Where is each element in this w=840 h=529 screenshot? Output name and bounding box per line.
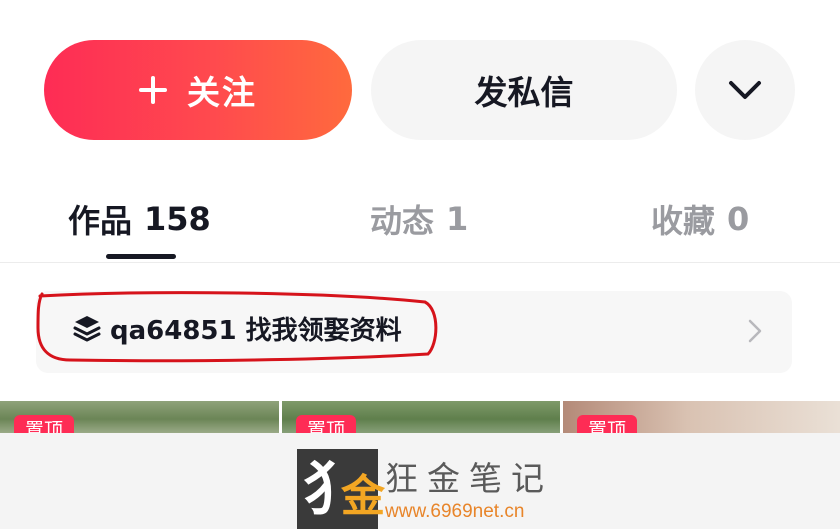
- follow-button[interactable]: 关注: [44, 40, 352, 140]
- tabs-divider: [0, 262, 840, 263]
- watermark-logo-accent: 金: [341, 471, 385, 522]
- send-message-label: 发私信: [474, 73, 574, 112]
- tab-dynamic-label: 动态: [370, 202, 435, 240]
- watermark-title: 狂金笔记: [385, 459, 553, 498]
- post-thumbnail[interactable]: 置顶: [563, 401, 840, 437]
- send-message-button[interactable]: 发私信: [371, 40, 677, 140]
- chevron-right-icon: [748, 319, 762, 343]
- tab-dynamic-count: 1: [446, 200, 469, 238]
- tab-dynamic[interactable]: 动态 1: [370, 196, 468, 242]
- more-button[interactable]: [695, 40, 795, 140]
- watermark-url: www.6969net.cn: [385, 501, 525, 522]
- tab-works-count: 158: [144, 200, 211, 238]
- post-thumbnail[interactable]: 置顶: [282, 401, 560, 437]
- tab-works[interactable]: 作品 158: [68, 196, 211, 242]
- annotation-circle: [36, 291, 438, 363]
- chevron-down-icon: [729, 81, 761, 99]
- tab-works-label: 作品: [68, 202, 133, 240]
- follow-label: 关注: [187, 73, 257, 112]
- post-thumbnail[interactable]: 置顶: [0, 401, 279, 437]
- tab-favorites-count: 0: [727, 200, 750, 238]
- tab-favorites-label: 收藏: [651, 202, 716, 240]
- plus-icon: [139, 76, 167, 104]
- tab-favorites[interactable]: 收藏 0: [651, 196, 749, 242]
- watermark-logo: 犭 金: [297, 449, 385, 529]
- active-tab-indicator: [106, 254, 176, 259]
